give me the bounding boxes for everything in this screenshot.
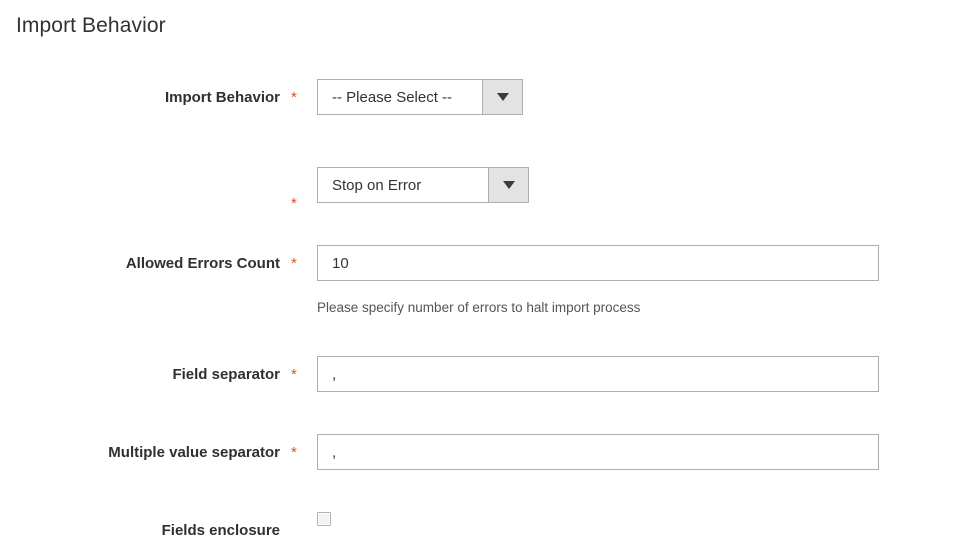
field-label-field-separator: Field separator xyxy=(172,366,280,383)
required-asterisk-error-handling: * xyxy=(291,195,297,212)
required-asterisk-multiple-value-separator: * xyxy=(291,444,297,461)
field-note-allowed-errors-count: Please specify number of errors to halt … xyxy=(317,300,641,315)
required-asterisk-field-separator: * xyxy=(291,366,297,383)
chevron-down-icon[interactable] xyxy=(482,80,522,114)
select-error-handling[interactable]: Stop on Error xyxy=(317,167,529,203)
field-label-fields-enclosure: Fields enclosure xyxy=(161,522,280,539)
select-error-handling-value: Stop on Error xyxy=(318,168,488,202)
required-asterisk-allowed-errors-count: * xyxy=(291,255,297,272)
chevron-down-glyph xyxy=(496,93,509,101)
multiple-value-separator-input[interactable] xyxy=(317,434,879,470)
field-separator-input[interactable] xyxy=(317,356,879,392)
allowed-errors-count-input[interactable] xyxy=(317,245,879,281)
select-import-behavior-value: -- Please Select -- xyxy=(318,80,482,114)
fields-enclosure-checkbox[interactable] xyxy=(317,512,331,526)
chevron-down-glyph xyxy=(502,181,515,189)
page-title: Import Behavior xyxy=(16,14,166,37)
field-label-allowed-errors-count: Allowed Errors Count xyxy=(125,255,280,272)
chevron-down-icon[interactable] xyxy=(488,168,528,202)
field-label-import-behavior: Import Behavior xyxy=(164,89,280,106)
field-label-multiple-value-separator: Multiple value separator xyxy=(108,444,280,461)
required-asterisk-import-behavior: * xyxy=(291,89,297,106)
select-import-behavior[interactable]: -- Please Select -- xyxy=(317,79,523,115)
